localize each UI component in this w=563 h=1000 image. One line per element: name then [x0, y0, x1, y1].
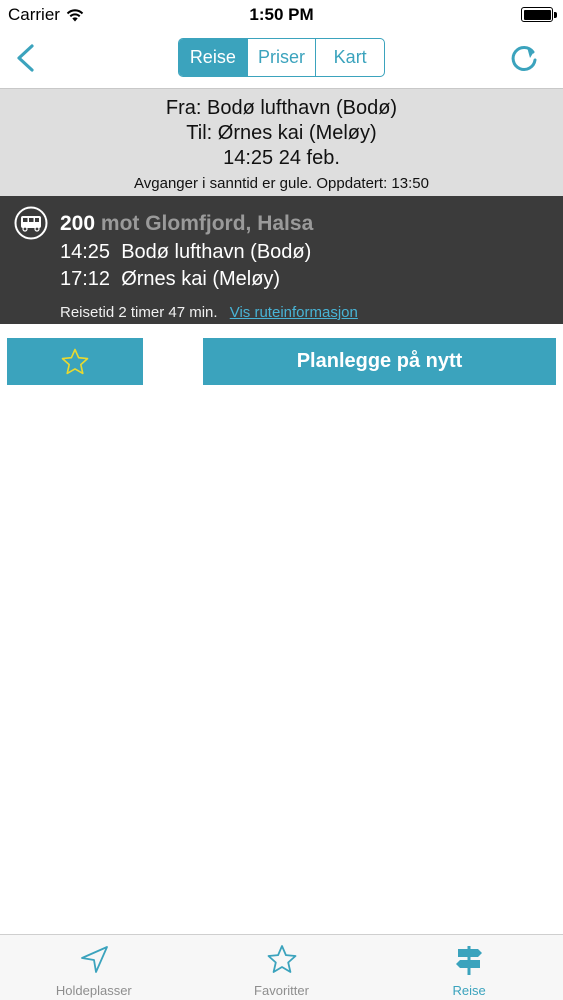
journey-summary: Fra: Bodø lufthavn (Bodø) Til: Ørnes kai…	[0, 88, 563, 196]
view-segmented-control: Reise Priser Kart	[178, 38, 385, 77]
tab-reise-label: Reise	[452, 983, 486, 998]
star-icon	[61, 348, 89, 374]
travel-info: Reisetid 2 timer 47 min. Vis ruteinforma…	[60, 304, 358, 321]
to-stop: Til: Ørnes kai (Meløy)	[186, 122, 377, 144]
departure-row: 14:25 Bodø lufthavn (Bodø)	[60, 241, 311, 264]
back-button[interactable]	[10, 40, 46, 76]
segment-kart[interactable]: Kart	[315, 39, 384, 76]
tab-holdeplasser[interactable]: Holdeplasser	[0, 935, 188, 1000]
replan-button[interactable]: Planlegge på nytt	[203, 338, 556, 385]
route-number: 200	[60, 212, 96, 235]
arrival-row: 17:12 Ørnes kai (Meløy)	[60, 268, 280, 291]
departure-time: 14:25	[60, 241, 111, 263]
star-icon	[267, 945, 296, 973]
tab-holdeplasser-label: Holdeplasser	[55, 983, 132, 998]
travel-time: Reisetid 2 timer 47 min.	[60, 304, 218, 321]
route-info-link[interactable]: Vis ruteinformasjon	[230, 304, 358, 321]
chevron-left-icon	[17, 44, 34, 72]
route-destination: mot Glomfjord, Halsa	[100, 212, 314, 235]
arrival-time: 17:12	[60, 268, 111, 290]
tab-reise[interactable]: Reise	[375, 935, 563, 1000]
route-title: 200 mot Glomfjord, Halsa	[60, 212, 313, 236]
signpost-icon	[456, 946, 483, 975]
departure-stop: Bodø lufthavn (Bodø)	[121, 241, 312, 263]
departure-datetime: 14:25 24 feb.	[223, 147, 340, 169]
refresh-icon	[511, 45, 537, 71]
favorite-button[interactable]	[7, 338, 143, 385]
battery-icon	[521, 7, 557, 22]
tab-favoritter[interactable]: Favoritter	[188, 935, 376, 1000]
tab-bar: Holdeplasser Favoritter Reise	[0, 934, 563, 1000]
from-stop: Fra: Bodø lufthavn (Bodø)	[165, 97, 398, 119]
tab-favoritter-label: Favoritter	[254, 983, 309, 998]
location-arrow-icon	[80, 946, 108, 973]
realtime-note: Avganger i sanntid er gule. Oppdatert: 1…	[134, 175, 429, 192]
arrival-stop: Ørnes kai (Meløy)	[121, 268, 281, 290]
segment-priser[interactable]: Priser	[246, 39, 316, 76]
refresh-button[interactable]	[507, 40, 541, 76]
status-time: 1:50 PM	[249, 5, 314, 24]
route-card[interactable]: 200 mot Glomfjord, Halsa 14:25 Bodø luft…	[0, 196, 563, 324]
segment-reise[interactable]: Reise	[179, 39, 247, 76]
bus-icon	[14, 206, 48, 240]
status-bar: Carrier 1:50 PM	[0, 0, 563, 30]
navigation-bar: Reise Priser Kart	[0, 30, 563, 88]
